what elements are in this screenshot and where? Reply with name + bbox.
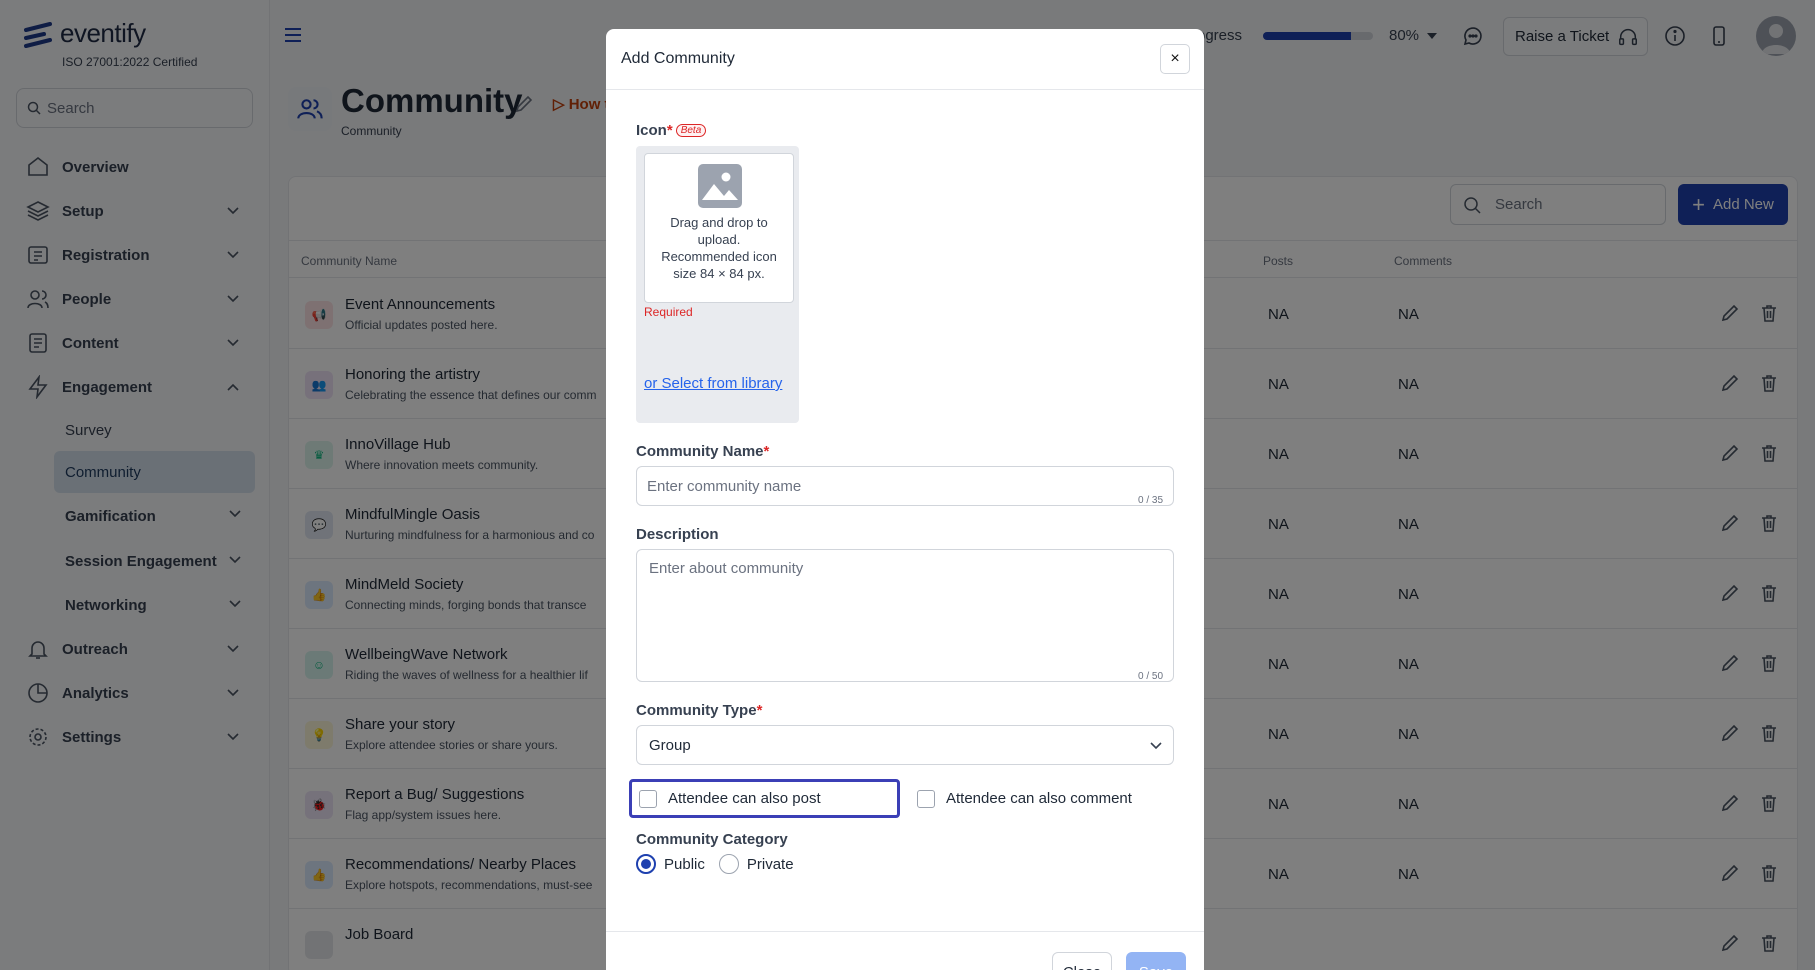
description-label: Description xyxy=(636,526,719,543)
checkbox-box[interactable] xyxy=(639,789,657,808)
icon-label-text: Icon xyxy=(636,122,667,139)
attendee-can-post-label: Attendee can also post xyxy=(668,790,821,807)
modal-title: Add Community xyxy=(621,50,735,67)
chevron-down-icon xyxy=(1150,742,1162,750)
radio-private[interactable] xyxy=(718,854,739,874)
attendee-can-post-checkbox[interactable]: Attendee can also post xyxy=(629,779,900,818)
icon-label: Icon* Beta xyxy=(636,122,707,139)
community-type-label: Community Type* xyxy=(636,702,762,719)
required-asterisk: * xyxy=(756,702,763,719)
description-char-counter: 0 / 50 xyxy=(1138,671,1164,682)
attendee-can-comment-checkbox[interactable]: Attendee can also comment xyxy=(917,779,1132,818)
modal-footer: Close Save xyxy=(606,931,1204,970)
dropzone-text: Drag and drop to upload. Recommended ico… xyxy=(661,215,777,281)
modal-close-icon[interactable]: × xyxy=(1160,44,1190,74)
select-from-library-link[interactable]: or Select from library xyxy=(644,373,784,394)
community-category-radio-group: Public Private xyxy=(636,854,794,874)
radio-public-label[interactable]: Public xyxy=(664,856,705,873)
radio-public[interactable] xyxy=(636,854,656,874)
image-placeholder-icon xyxy=(698,164,742,208)
description-textarea[interactable] xyxy=(636,549,1174,682)
attendee-can-comment-label: Attendee can also comment xyxy=(946,790,1132,807)
checkbox-box[interactable] xyxy=(917,789,935,808)
community-name-label-text: Community Name xyxy=(636,443,764,460)
community-type-label-text: Community Type xyxy=(636,702,757,719)
beta-badge: Beta xyxy=(675,124,707,137)
modal-header: Add Community × xyxy=(606,29,1204,90)
save-button[interactable]: Save xyxy=(1126,952,1186,970)
community-type-value: Group xyxy=(649,736,691,754)
icon-required-message: Required xyxy=(644,305,693,319)
name-char-counter: 0 / 35 xyxy=(1138,495,1164,506)
community-type-select[interactable]: Group xyxy=(636,725,1174,765)
add-community-modal: Add Community × Icon* Beta Drag and drop … xyxy=(606,29,1204,970)
radio-private-label[interactable]: Private xyxy=(747,856,794,873)
icon-dropzone[interactable]: Drag and drop to upload. Recommended ico… xyxy=(644,153,794,303)
close-button[interactable]: Close xyxy=(1052,952,1112,970)
required-asterisk: * xyxy=(666,122,673,139)
community-name-label: Community Name* xyxy=(636,443,769,460)
community-name-input[interactable] xyxy=(636,466,1174,506)
community-category-label: Community Category xyxy=(636,831,788,848)
required-asterisk: * xyxy=(763,443,770,460)
